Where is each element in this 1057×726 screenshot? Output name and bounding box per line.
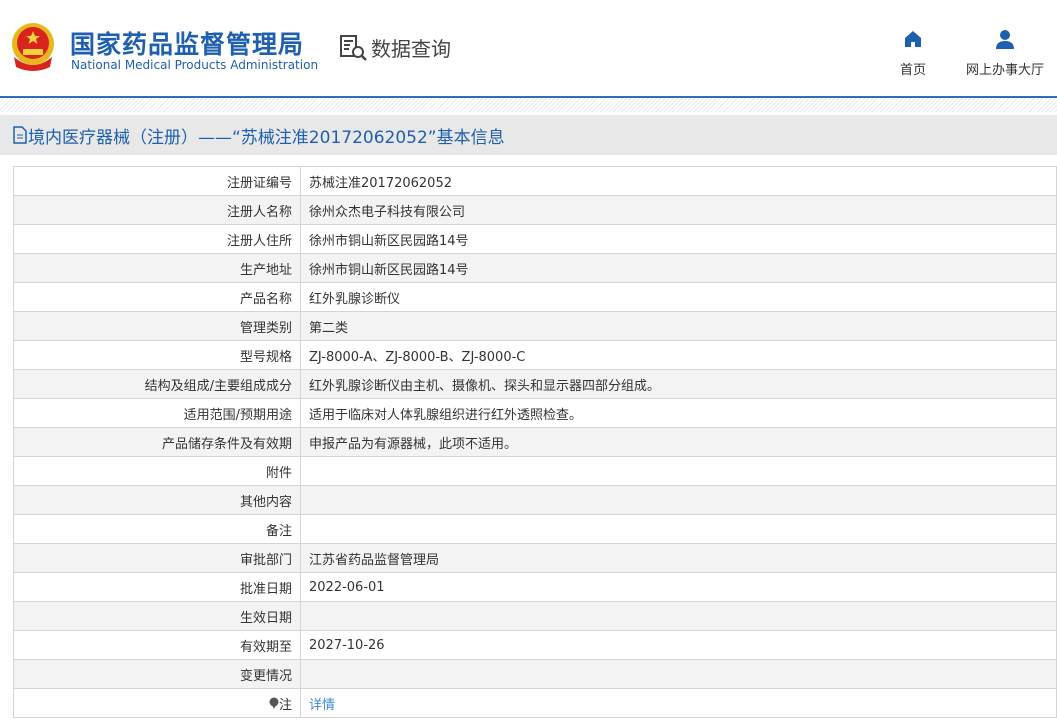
- table-row: 生产地址 徐州市铜山新区民园路14号: [13, 253, 1057, 283]
- table-row: 变更情况: [13, 659, 1057, 689]
- table-row: 审批部门 江苏省药品监督管理局: [13, 543, 1057, 573]
- site-header: 国家药品监督管理局 National Medical Products Admi…: [0, 0, 1057, 98]
- table-row: 附件: [13, 456, 1057, 486]
- table-row: 注册证编号 苏械注准20172062052: [13, 166, 1057, 196]
- note-label-cell: 注: [13, 688, 301, 718]
- field-label: 批准日期: [13, 572, 301, 602]
- table-row: 型号规格 ZJ-8000-A、ZJ-8000-B、ZJ-8000-C: [13, 340, 1057, 370]
- field-value: 2027-10-26: [300, 630, 1057, 660]
- field-label: 产品储存条件及有效期: [13, 427, 301, 457]
- field-value: 红外乳腺诊断仪: [300, 282, 1057, 312]
- table-row: 生效日期: [13, 601, 1057, 631]
- table-row-note: 注 详情: [13, 688, 1057, 718]
- pin-icon: [269, 697, 279, 709]
- field-value: [300, 659, 1057, 689]
- nav-online-hall-label: 网上办事大厅: [965, 63, 1044, 78]
- field-label: 审批部门: [13, 543, 301, 573]
- field-label: 附件: [13, 456, 301, 486]
- document-icon: [13, 126, 27, 144]
- field-value: ZJ-8000-A、ZJ-8000-B、ZJ-8000-C: [300, 340, 1057, 370]
- table-row: 管理类别 第二类: [13, 311, 1057, 341]
- field-label: 管理类别: [13, 311, 301, 341]
- field-label: 产品名称: [13, 282, 301, 312]
- org-name-en: National Medical Products Administration: [71, 58, 319, 72]
- field-value: 适用于临床对人体乳腺组织进行红外透照检查。: [300, 398, 1057, 428]
- field-label: 生效日期: [13, 601, 301, 631]
- table-row: 产品名称 红外乳腺诊断仪: [13, 282, 1057, 312]
- field-value: 江苏省药品监督管理局: [300, 543, 1057, 573]
- page-title-text: 境内医疗器械（注册）——“苏械注准20172062052”基本信息: [28, 127, 505, 148]
- table-row: 注册人住所 徐州市铜山新区民园路14号: [13, 224, 1057, 254]
- table-row: 备注: [13, 514, 1057, 544]
- field-label: 适用范围/预期用途: [13, 398, 301, 428]
- table-row: 注册人名称 徐州众杰电子科技有限公司: [13, 195, 1057, 225]
- table-row: 结构及组成/主要组成成分 红外乳腺诊断仪由主机、摄像机、探头和显示器四部分组成。: [13, 369, 1057, 399]
- field-value: 苏械注准20172062052: [300, 166, 1057, 196]
- document-search-icon: [340, 34, 367, 61]
- field-value: 申报产品为有源器械，此项不适用。: [300, 427, 1057, 457]
- data-query-label: 数据查询: [371, 37, 451, 61]
- field-value: 红外乳腺诊断仪由主机、摄像机、探头和显示器四部分组成。: [300, 369, 1057, 399]
- national-emblem-logo: [12, 23, 54, 71]
- field-value: 2022-06-01: [300, 572, 1057, 602]
- field-label: 有效期至: [13, 630, 301, 660]
- org-name-cn: 国家药品监督管理局: [70, 30, 305, 59]
- header-divider: [0, 98, 1057, 112]
- info-table: 注册证编号 苏械注准20172062052 注册人名称 徐州众杰电子科技有限公司 注册人…: [13, 166, 1057, 718]
- field-label: 注册证编号: [13, 166, 301, 196]
- field-label: 生产地址: [13, 253, 301, 283]
- note-label: 注: [278, 697, 292, 713]
- table-row: 适用范围/预期用途 适用于临床对人体乳腺组织进行红外透照检查。: [13, 398, 1057, 428]
- field-value: 徐州市铜山新区民园路14号: [300, 224, 1057, 254]
- field-value: 第二类: [300, 311, 1057, 341]
- field-label: 其他内容: [13, 485, 301, 515]
- details-link[interactable]: 详情: [309, 698, 335, 713]
- home-icon: [905, 31, 921, 47]
- data-query-link[interactable]: 数据查询: [340, 33, 451, 62]
- nav-home-label: 首页: [899, 63, 926, 78]
- nav-home[interactable]: 首页: [892, 27, 934, 78]
- field-value: [300, 514, 1057, 544]
- field-value: [300, 456, 1057, 486]
- user-icon: [996, 30, 1014, 49]
- table-row: 产品储存条件及有效期 申报产品为有源器械，此项不适用。: [13, 427, 1057, 457]
- table-row: 批准日期 2022-06-01: [13, 572, 1057, 602]
- field-value: [300, 601, 1057, 631]
- field-label: 注册人名称: [13, 195, 301, 225]
- page-title: 境内医疗器械（注册）——“苏械注准20172062052”基本信息: [0, 115, 1057, 155]
- table-row: 有效期至 2027-10-26: [13, 630, 1057, 660]
- table-row: 其他内容: [13, 485, 1057, 515]
- field-value: 徐州众杰电子科技有限公司: [300, 195, 1057, 225]
- nav-online-hall[interactable]: 网上办事大厅: [964, 27, 1046, 78]
- field-label: 型号规格: [13, 340, 301, 370]
- field-value: 徐州市铜山新区民园路14号: [300, 253, 1057, 283]
- field-value: [300, 485, 1057, 515]
- field-label: 注册人住所: [13, 224, 301, 254]
- field-label: 变更情况: [13, 659, 301, 689]
- field-label: 结构及组成/主要组成成分: [13, 369, 301, 399]
- field-label: 备注: [13, 514, 301, 544]
